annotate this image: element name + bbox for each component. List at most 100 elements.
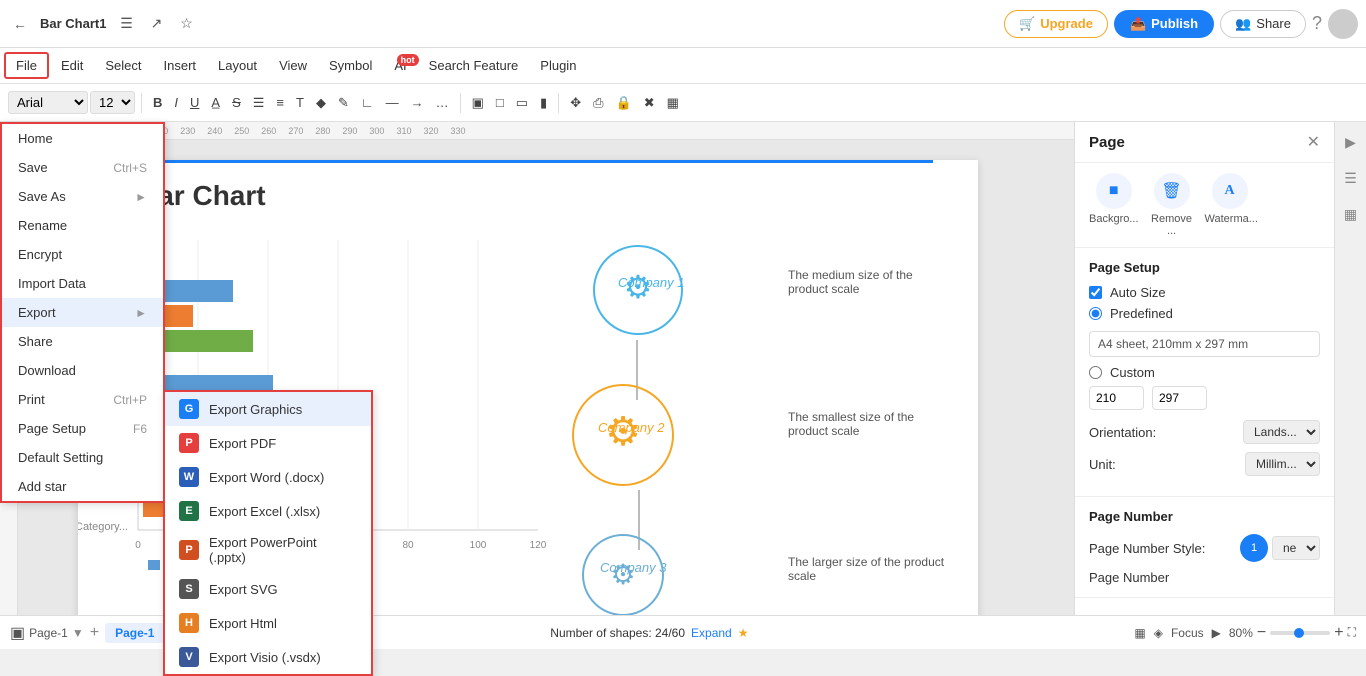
share-button[interactable]: 👥 Share xyxy=(1220,10,1306,38)
star-icon[interactable]: ☆ xyxy=(174,12,198,36)
delete-button[interactable]: ✖ xyxy=(639,92,660,114)
right-panel: Page ✕ ■ Backgro... 🗑 Remove ... A Water… xyxy=(1074,122,1334,615)
export-word-item[interactable]: W Export Word (.docx) xyxy=(165,460,371,494)
export-excel-item[interactable]: E Export Excel (.xlsx) xyxy=(165,494,371,528)
publish-button[interactable]: 📤 Publish xyxy=(1114,10,1214,38)
page-number-style-select[interactable]: ne xyxy=(1272,536,1320,560)
menu-print[interactable]: Print Ctrl+P xyxy=(2,385,163,414)
page-tab[interactable]: Page-1 xyxy=(105,623,164,643)
menu-download[interactable]: Download xyxy=(2,356,163,385)
avatar[interactable] xyxy=(1328,9,1358,39)
shape1-button[interactable]: ▣ xyxy=(467,92,489,114)
export-svg-item[interactable]: S Export SVG xyxy=(165,572,371,606)
page-icon[interactable]: ▣ xyxy=(10,623,25,643)
font-select[interactable]: Arial xyxy=(8,91,88,114)
text-button[interactable]: T xyxy=(291,92,309,113)
auto-size-checkbox[interactable] xyxy=(1089,286,1102,299)
auto-size-row: Auto Size xyxy=(1089,285,1320,300)
menu-select[interactable]: Select xyxy=(95,54,151,77)
menu-save[interactable]: Save Ctrl+S xyxy=(2,153,163,182)
export-graphics-item[interactable]: G Export Graphics xyxy=(165,392,371,426)
menu-default-setting[interactable]: Default Setting xyxy=(2,443,163,472)
menu-ai[interactable]: AI hot xyxy=(384,54,416,77)
help-icon[interactable]: ? xyxy=(1312,13,1322,34)
menu-file[interactable]: File xyxy=(4,52,49,79)
menu-share[interactable]: Share xyxy=(2,327,163,356)
predefined-radio[interactable] xyxy=(1089,307,1102,320)
shape2-button[interactable]: □ xyxy=(491,92,509,113)
upgrade-button[interactable]: 🛒 Upgrade xyxy=(1004,10,1108,38)
share-icon[interactable]: ↗ xyxy=(144,12,168,36)
export-visio-item[interactable]: V Export Visio (.vsdx) xyxy=(165,640,371,674)
svg-text:80: 80 xyxy=(402,540,414,551)
menu-home[interactable]: Home xyxy=(2,124,163,153)
menu-import-data[interactable]: Import Data xyxy=(2,269,163,298)
edge-layer-icon[interactable]: ☰ xyxy=(1339,166,1363,190)
edge-cursor-icon[interactable]: ▶ xyxy=(1339,130,1363,154)
zoom-slider[interactable] xyxy=(1270,631,1330,635)
menu-encrypt[interactable]: Encrypt xyxy=(2,240,163,269)
shape3-button[interactable]: ▭ xyxy=(511,92,533,114)
underline-button[interactable]: U xyxy=(185,92,204,113)
expand-link[interactable]: Expand xyxy=(691,626,732,640)
height-input[interactable] xyxy=(1152,386,1207,410)
add-page-button[interactable]: + xyxy=(90,624,99,642)
edge-grid-icon[interactable]: ▦ xyxy=(1339,202,1363,226)
align-left-button[interactable]: ☰ xyxy=(248,92,270,114)
zoom-in-button[interactable]: + xyxy=(1334,624,1343,642)
table-button[interactable]: ▦ xyxy=(662,92,684,114)
menu-edit[interactable]: Edit xyxy=(51,54,93,77)
unit-select[interactable]: Millim... Inches xyxy=(1245,452,1320,476)
remove-icon: 🗑 xyxy=(1154,173,1190,209)
menu-layout[interactable]: Layout xyxy=(208,54,267,77)
menu-rename[interactable]: Rename xyxy=(2,211,163,240)
menu-add-star[interactable]: Add star xyxy=(2,472,163,501)
align-center-button[interactable]: ≡ xyxy=(271,92,289,113)
arrow-button[interactable]: → xyxy=(406,92,429,113)
fill-button[interactable]: ◆ xyxy=(311,92,331,114)
predefined-value-input[interactable] xyxy=(1089,331,1320,357)
pen-button[interactable]: ✎ xyxy=(333,92,354,114)
export-ppt-item[interactable]: P Export PowerPoint (.pptx) xyxy=(165,528,371,572)
bottombar-right: ▦ ◈ Focus ▶ 80% − + ⛶ xyxy=(1134,624,1356,642)
menu-save-as[interactable]: Save As ► xyxy=(2,182,163,211)
cursor-button[interactable]: ✥ xyxy=(565,92,586,114)
right-edge-icons: ▶ ☰ ▦ xyxy=(1334,122,1366,615)
layout-icon[interactable]: ☰ xyxy=(114,12,138,36)
font-size-select[interactable]: 12 xyxy=(90,91,135,114)
export-pdf-item[interactable]: P Export PDF xyxy=(165,426,371,460)
menu-plugin[interactable]: Plugin xyxy=(530,54,586,77)
strikethrough-button[interactable]: S xyxy=(227,92,246,113)
export-html-item[interactable]: H Export Html xyxy=(165,606,371,640)
menu-symbol[interactable]: Symbol xyxy=(319,54,382,77)
menu-export[interactable]: Export ► xyxy=(2,298,163,327)
custom-radio[interactable] xyxy=(1089,366,1102,379)
background-button[interactable]: ■ Backgro... xyxy=(1089,173,1139,237)
menu-search-feature[interactable]: Search Feature xyxy=(419,54,529,77)
play-icon[interactable]: ▶ xyxy=(1212,626,1221,640)
bold-button[interactable]: B xyxy=(148,92,167,113)
menu-view[interactable]: View xyxy=(269,54,317,77)
orientation-select[interactable]: Lands... Portrait xyxy=(1243,420,1320,444)
lock-button[interactable]: 🔒 xyxy=(611,92,637,114)
italic-button[interactable]: I xyxy=(169,92,183,113)
font-color-button[interactable]: A̲ xyxy=(206,92,225,113)
shape4-button[interactable]: ▮ xyxy=(535,92,552,114)
crop-button[interactable]: ⎙ xyxy=(588,92,608,114)
focus-button[interactable]: ◈ xyxy=(1154,626,1163,640)
star-favorite-icon[interactable]: ★ xyxy=(738,626,749,640)
zoom-out-button[interactable]: − xyxy=(1257,624,1266,642)
panel-close-button[interactable]: ✕ xyxy=(1307,132,1320,152)
line-button[interactable]: — xyxy=(381,92,404,113)
layers-icon[interactable]: ▦ xyxy=(1134,626,1145,640)
menu-page-setup[interactable]: Page Setup F6 xyxy=(2,414,163,443)
connection-button[interactable]: ∟ xyxy=(356,92,379,113)
width-input[interactable] xyxy=(1089,386,1144,410)
dots-button[interactable]: … xyxy=(431,92,454,113)
fullscreen-icon[interactable]: ⛶ xyxy=(1348,625,1356,640)
share-btn-icon: 👥 xyxy=(1235,16,1251,32)
watermark-button[interactable]: A Waterma... xyxy=(1205,173,1255,237)
back-icon[interactable]: ← xyxy=(8,12,32,36)
menu-insert[interactable]: Insert xyxy=(154,54,207,77)
remove-button[interactable]: 🗑 Remove ... xyxy=(1147,173,1197,237)
